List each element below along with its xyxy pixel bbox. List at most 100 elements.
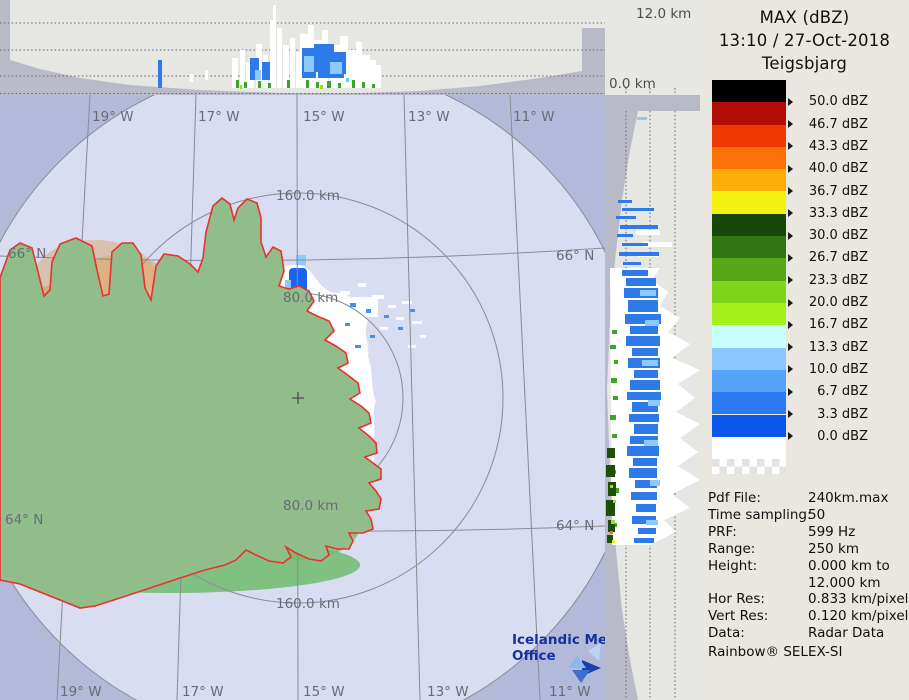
scale-boundary-label: 10.0 dBZ (788, 362, 902, 378)
lon-label-top: 19° W (92, 109, 134, 125)
scale-arrow-icon (788, 410, 793, 418)
scale-band (712, 102, 786, 125)
imo-logo-text-line2: Office (512, 648, 556, 664)
scale-boundary-label: 6.7 dBZ (788, 384, 902, 400)
scale-arrow-icon (788, 432, 793, 441)
scale-arrow-icon (788, 298, 793, 307)
range-ring-label: 80.0 km (283, 290, 338, 306)
scale-band-below-zero (712, 436, 786, 459)
lon-label-top: 15° W (303, 109, 345, 125)
metadata-label: Vert Res: (708, 608, 769, 625)
scale-arrow-icon (788, 365, 793, 374)
lat-label-left: 66° N (8, 246, 46, 262)
metadata-value: 250 km (808, 540, 860, 557)
product-datetime: 13:10 / 27-Oct-2018 (718, 31, 891, 50)
product-title: MAX (dBZ) (759, 8, 850, 27)
metadata-label: Data: (708, 625, 745, 642)
metadata-value: 0.000 km to (808, 557, 890, 574)
range-ring-label: 160.0 km (276, 188, 340, 204)
scale-band (712, 213, 786, 237)
scale-arrow-icon (788, 343, 793, 352)
range-ring-label: 80.0 km (283, 498, 338, 514)
top-profile-panel (0, 0, 605, 95)
radar-application-window: 12.0 km 0.0 km 19° W 17° W 15° W 13° W 1… (0, 0, 909, 700)
scale-arrow-icon (788, 120, 793, 129)
scale-boundary-label: 26.7 dBZ (788, 250, 902, 266)
metadata-row: PRF: 599 Hz (708, 524, 906, 541)
scale-band (712, 347, 786, 370)
scale-band (712, 325, 786, 348)
legend-panel: MAX (dBZ) 13:10 / 27-Oct-2018 Teigsbjarg… (700, 0, 909, 700)
scale-band (712, 369, 786, 393)
software-brand: Rainbow® SELEX-SI (708, 644, 843, 660)
metadata-label: Hor Res: (708, 591, 765, 608)
metadata-label: PRF: (708, 523, 737, 540)
scale-arrow-icon (788, 187, 793, 195)
metadata-row: Time sampling: 50 (708, 507, 906, 524)
metadata-value: 0.833 km/pixel (808, 591, 909, 608)
top-panel-out-of-range-band (0, 0, 10, 95)
lat-label-right: 64° N (556, 518, 594, 534)
scale-arrow-icon (788, 320, 793, 329)
metadata-value: 240km.max (808, 490, 889, 506)
scale-boundary-label: 43.3 dBZ (788, 139, 902, 155)
metadata-row: Range: 250 km (708, 541, 906, 558)
scale-band (712, 124, 786, 147)
scale-band (712, 191, 786, 214)
metadata-label: Pdf File: (708, 490, 761, 506)
scale-boundary-label: 46.7 dBZ (788, 117, 902, 133)
radar-station-name: Teigsbjarg (761, 54, 848, 73)
metadata-value: 0.120 km/pixel (808, 608, 909, 625)
lon-label-top: 17° W (198, 109, 240, 125)
scale-band (712, 258, 786, 281)
range-ring-label: 160.0 km (276, 596, 340, 612)
scale-band (712, 280, 786, 303)
scale-boundary-label: 30.0 dBZ (788, 228, 902, 244)
scale-boundary-label: 40.0 dBZ (788, 161, 902, 177)
scale-arrow-icon (788, 209, 793, 218)
scale-boundary-label: 13.3 dBZ (788, 340, 902, 356)
scale-arrow-icon (788, 253, 793, 262)
right-profile-panel (605, 95, 700, 700)
lon-label-top: 13° W (408, 109, 450, 125)
scale-boundary-label: 3.3 dBZ (788, 407, 902, 423)
metadata-row: Vert Res: 0.120 km/pixel (708, 608, 909, 625)
scale-boundary-label: 33.3 dBZ (788, 206, 902, 222)
scale-band (712, 392, 786, 415)
scale-boundary-label: 23.3 dBZ (788, 273, 902, 289)
scale-band (712, 146, 786, 170)
metadata-value: 12.000 km (808, 574, 881, 591)
scale-band (712, 80, 786, 103)
metadata-label (708, 575, 808, 592)
metadata-row: Height: 0.000 km to (708, 558, 906, 575)
scale-boundary-label: 0.0 dBZ (788, 429, 902, 445)
lat-label-right: 66° N (556, 248, 594, 264)
metadata-row: 12.000 km (708, 575, 906, 592)
height-axis-label-box: 12.0 km 0.0 km (605, 0, 700, 95)
scale-boundary-label: 20.0 dBZ (788, 295, 902, 311)
metadata-label: Height: (708, 557, 758, 574)
metadata-row: Hor Res: 0.833 km/pixel (708, 591, 909, 608)
scale-arrow-icon (788, 97, 793, 106)
right-panel-out-of-range-band (605, 95, 700, 111)
scale-band (712, 169, 786, 192)
radar-map: 19° W 17° W 15° W 13° W 11° W 19° W 17° W 15° W… (0, 95, 605, 700)
lon-label-bottom: 19° W (60, 684, 102, 700)
scale-arrow-icon (788, 164, 793, 173)
scale-arrow-icon (788, 231, 793, 240)
metadata-label: Time sampling: (708, 506, 812, 523)
metadata-value: 599 Hz (808, 523, 856, 540)
metadata-value: 50 (808, 506, 826, 523)
scale-arrow-icon (788, 142, 793, 151)
lon-label-bottom: 13° W (427, 684, 469, 700)
scale-band (712, 303, 786, 326)
scale-boundary-label: 50.0 dBZ (788, 94, 902, 110)
scale-arrow-icon (788, 387, 793, 396)
imo-logo-text-line1: Icelandic Met (512, 632, 605, 648)
metadata-row: Data: Radar Data (708, 625, 906, 642)
metadata-row: Pdf File: 240km.max (708, 490, 906, 507)
metadata-value: Radar Data (808, 625, 885, 642)
lon-label-bottom: 15° W (303, 684, 345, 700)
scale-arrow-icon (788, 276, 793, 285)
scale-band (712, 236, 786, 259)
